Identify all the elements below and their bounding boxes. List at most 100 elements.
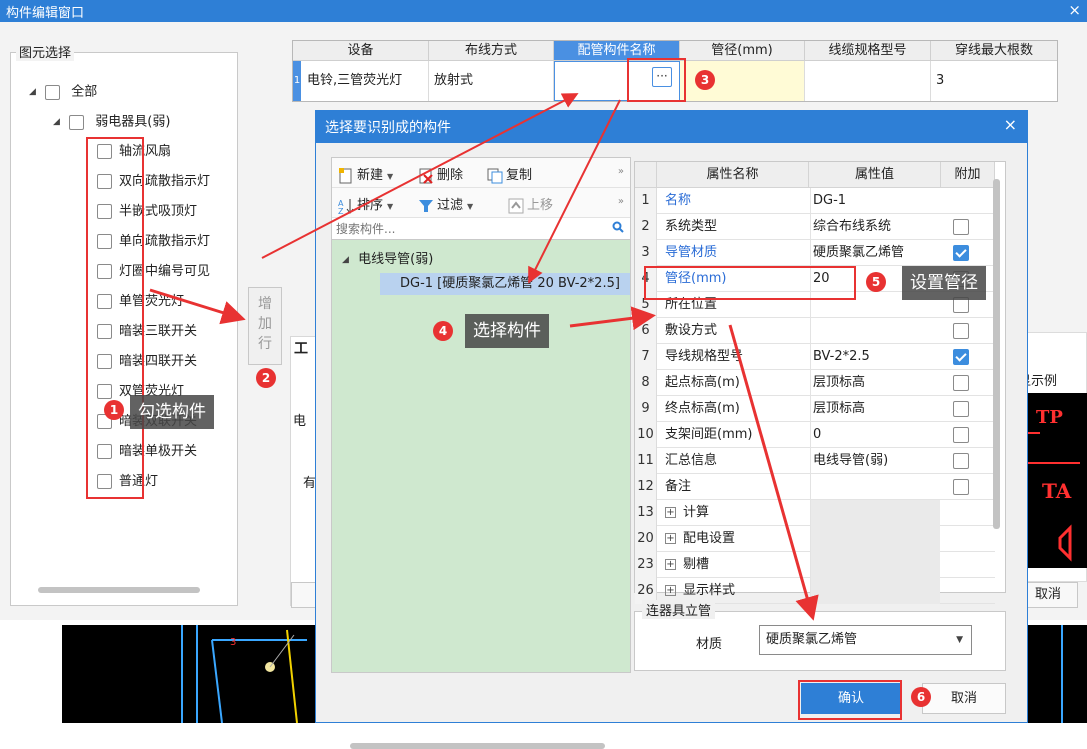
- background-text: 电: [293, 414, 307, 429]
- property-row[interactable]: 11 汇总信息 电线导管(弱): [635, 448, 995, 474]
- property-value[interactable]: [810, 500, 940, 526]
- material-select[interactable]: 硬质聚氯乙烯管 ▼: [759, 625, 972, 655]
- property-value[interactable]: [810, 318, 940, 344]
- extra-checkbox[interactable]: [953, 427, 969, 443]
- property-name: 终点标高(m): [665, 396, 805, 422]
- property-row[interactable]: 8 起点标高(m) 层顶标高: [635, 370, 995, 396]
- property-value[interactable]: [810, 552, 940, 578]
- tree-root[interactable]: ◢ 全部: [29, 81, 97, 103]
- property-value[interactable]: DG-1: [810, 188, 940, 214]
- property-value[interactable]: [810, 578, 940, 604]
- col-header-cable[interactable]: 线缆规格型号: [805, 41, 931, 61]
- expand-icon[interactable]: +: [665, 507, 676, 518]
- annotation-box-confirm: [798, 680, 902, 720]
- toolbar-overflow-icon[interactable]: »: [618, 196, 624, 207]
- toolbar-row-1: 新建 ▼ 删除 复制 »: [332, 158, 630, 188]
- property-name: 导管材质: [665, 240, 805, 266]
- horizontal-scrollbar[interactable]: [38, 587, 200, 593]
- col-header-device[interactable]: 设备: [293, 41, 429, 61]
- col-header-max-wires[interactable]: 穿线最大根数: [931, 41, 1057, 61]
- property-value[interactable]: [810, 526, 940, 552]
- property-row[interactable]: 20 + 配电设置: [635, 526, 995, 552]
- expand-icon[interactable]: +: [665, 559, 676, 570]
- cell-max-wires[interactable]: 3: [931, 61, 1057, 101]
- property-value[interactable]: BV-2*2.5: [810, 344, 940, 370]
- property-row[interactable]: 12 备注: [635, 474, 995, 500]
- vertical-scrollbar[interactable]: [993, 179, 1000, 529]
- annotation-badge-5: 5: [866, 272, 886, 292]
- property-value[interactable]: 电线导管(弱): [810, 448, 940, 474]
- checkbox[interactable]: [45, 84, 61, 100]
- property-value[interactable]: 综合布线系统: [810, 214, 940, 240]
- extra-checkbox[interactable]: [953, 349, 969, 365]
- extra-checkbox[interactable]: [953, 323, 969, 339]
- horizontal-scrollbar[interactable]: [350, 743, 605, 749]
- property-grid: 属性名称 属性值 附加 1 名称 DG-1 2 系统类型 综合布线系统 3 导管材质 硬质聚氯乙…: [634, 161, 1006, 604]
- cell-device[interactable]: 电铃,三管荧光灯: [302, 61, 429, 101]
- extra-checkbox[interactable]: [953, 453, 969, 469]
- property-row[interactable]: 2 系统类型 综合布线系统: [635, 214, 995, 240]
- property-row[interactable]: 6 敷设方式: [635, 318, 995, 344]
- search-input[interactable]: [334, 220, 604, 238]
- copy-button[interactable]: 复制: [487, 164, 532, 184]
- riser-group-title: 连器具立管: [642, 600, 716, 619]
- tree-item-dg1[interactable]: DG-1 [硬质聚氯乙烯管 20 BV-2*2.5]: [380, 273, 630, 295]
- component-list-pane: 新建 ▼ 删除 复制 » AZ 排序 ▼ 过滤 ▼ 上移 » 搜索构件... ◢…: [331, 157, 631, 749]
- background-text: 工: [294, 341, 308, 357]
- row-number: 8: [635, 370, 657, 396]
- col-header-wiring[interactable]: 布线方式: [429, 41, 554, 61]
- checkbox[interactable]: [69, 114, 85, 130]
- extra-checkbox[interactable]: [953, 479, 969, 495]
- search-icon[interactable]: [612, 221, 624, 233]
- extra-checkbox[interactable]: [953, 245, 969, 261]
- row-number: 6: [635, 318, 657, 344]
- collapse-icon[interactable]: ◢: [342, 255, 354, 265]
- sort-button[interactable]: AZ 排序 ▼: [338, 194, 393, 216]
- svg-text:Z: Z: [338, 207, 344, 214]
- property-name: 汇总信息: [665, 448, 805, 474]
- delete-button[interactable]: 删除: [418, 164, 463, 184]
- toolbar-overflow-icon[interactable]: »: [618, 166, 624, 177]
- new-button[interactable]: 新建 ▼: [338, 164, 393, 184]
- property-value[interactable]: 层顶标高: [810, 370, 940, 396]
- add-row-button[interactable]: 增加行: [248, 287, 282, 365]
- move-up-button[interactable]: 上移: [508, 194, 553, 214]
- tree-category[interactable]: ◢ 电线导管(弱): [342, 248, 433, 267]
- property-value[interactable]: [810, 474, 940, 500]
- collapse-icon[interactable]: ◢: [29, 81, 41, 103]
- property-value[interactable]: 硬质聚氯乙烯管: [810, 240, 940, 266]
- extra-checkbox[interactable]: [953, 375, 969, 391]
- row-number: 11: [635, 448, 657, 474]
- extra-checkbox[interactable]: [953, 219, 969, 235]
- property-row[interactable]: 1 名称 DG-1: [635, 188, 995, 214]
- col-header-number: [635, 162, 657, 188]
- property-row[interactable]: 9 终点标高(m) 层顶标高: [635, 396, 995, 422]
- filter-button[interactable]: 过滤 ▼: [418, 194, 473, 214]
- property-row[interactable]: 10 支架间距(mm) 0: [635, 422, 995, 448]
- property-row[interactable]: 13 + 计算: [635, 500, 995, 526]
- row-number: 3: [635, 240, 657, 266]
- svg-text:TP: TP: [1036, 407, 1063, 428]
- property-name-text: 汇总信息: [665, 453, 718, 468]
- dialog-close-icon[interactable]: ×: [1004, 115, 1017, 134]
- cell-wiring[interactable]: 放射式: [429, 61, 554, 101]
- property-row[interactable]: 7 导线规格型号 BV-2*2.5: [635, 344, 995, 370]
- collapse-icon[interactable]: ◢: [53, 111, 65, 133]
- property-name: + 配电设置: [665, 526, 805, 552]
- cell-cable[interactable]: [805, 61, 931, 101]
- property-row[interactable]: 23 + 剔槽: [635, 552, 995, 578]
- extra-checkbox[interactable]: [953, 401, 969, 417]
- property-value[interactable]: 层顶标高: [810, 396, 940, 422]
- cancel-button[interactable]: 取消: [922, 683, 1006, 714]
- material-value: 硬质聚氯乙烯管: [766, 632, 858, 647]
- tree-category[interactable]: ◢ 弱电器具(弱): [53, 111, 170, 133]
- outer-close-icon[interactable]: ×: [1068, 1, 1081, 19]
- expand-icon[interactable]: +: [665, 585, 676, 596]
- property-name: 敷设方式: [665, 318, 805, 344]
- property-row[interactable]: 3 导管材质 硬质聚氯乙烯管: [635, 240, 995, 266]
- property-value[interactable]: 0: [810, 422, 940, 448]
- background-button[interactable]: [291, 582, 316, 608]
- col-header-diameter[interactable]: 管径(mm): [680, 41, 805, 61]
- select-component-dialog: 选择要识别成的构件 × 新建 ▼ 删除 复制 » A Z 排序 ▼ 过滤 ▼ 上…: [315, 110, 1028, 749]
- expand-icon[interactable]: +: [665, 533, 676, 544]
